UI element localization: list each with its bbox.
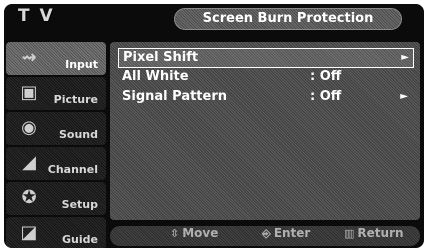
move-icon: ⇳ [170,227,180,240]
sidebar-item-label: Guide [62,233,98,246]
channel-icon: ◢ [22,152,36,173]
arrow-right-icon: ► [401,52,409,63]
tv-label: T V [18,6,55,26]
sidebar-item-label: Setup [61,198,98,211]
menu-item-label: All White [122,69,189,84]
footer-move: ⇳ Move [170,226,218,246]
menu-item-pixel-shift[interactable]: Pixel Shift ► [118,48,414,68]
sidebar-item-setup[interactable]: ✪ Setup [6,182,106,215]
sidebar-item-picture[interactable]: ▣ Picture [6,77,106,110]
sidebar-item-guide[interactable]: ◪ Guide [6,217,106,248]
footer-move-label: Move [182,226,219,240]
enter-icon: ⎆ [262,227,271,240]
footer-enter: ⎆ Enter [262,226,310,246]
sidebar: ⇝ Input ▣ Picture ◉ Sound ◢ Channel ✪ Se… [6,42,106,248]
input-icon: ⇝ [21,47,37,68]
sidebar-item-sound[interactable]: ◉ Sound [6,112,106,145]
menu-item-value: : Off [310,69,342,84]
return-icon: ▥ [344,227,355,240]
sidebar-item-channel[interactable]: ◢ Channel [6,147,106,180]
setup-icon: ✪ [21,187,37,208]
footer-return: ▥ Return [344,226,404,246]
footer-help-bar: ⇳ Move ⎆ Enter ▥ Return [110,226,420,246]
footer-return-label: Return [357,226,404,240]
footer-enter-label: Enter [273,226,311,240]
sound-icon: ◉ [21,117,37,138]
arrow-right-icon: ► [400,91,408,102]
sidebar-item-label: Input [65,58,98,71]
menu-panel: Pixel Shift ► All White : Off Signal Pat… [110,42,420,220]
osd-screen: T V Screen Burn Protection ⇝ Input ▣ Pic… [4,4,424,248]
sidebar-item-label: Sound [58,128,98,141]
guide-icon: ◪ [20,222,38,243]
sidebar-item-input[interactable]: ⇝ Input [6,42,106,75]
sidebar-item-label: Channel [47,163,98,176]
sidebar-item-label: Picture [53,93,98,106]
menu-item-value: : Off [310,89,342,104]
picture-icon: ▣ [20,82,38,103]
menu-item-label: Pixel Shift [123,50,199,65]
menu-item-all-white[interactable]: All White : Off [118,68,412,86]
menu-item-signal-pattern[interactable]: Signal Pattern : Off ► [118,88,412,106]
menu-title: Screen Burn Protection [174,8,402,30]
menu-item-label: Signal Pattern [122,89,227,104]
